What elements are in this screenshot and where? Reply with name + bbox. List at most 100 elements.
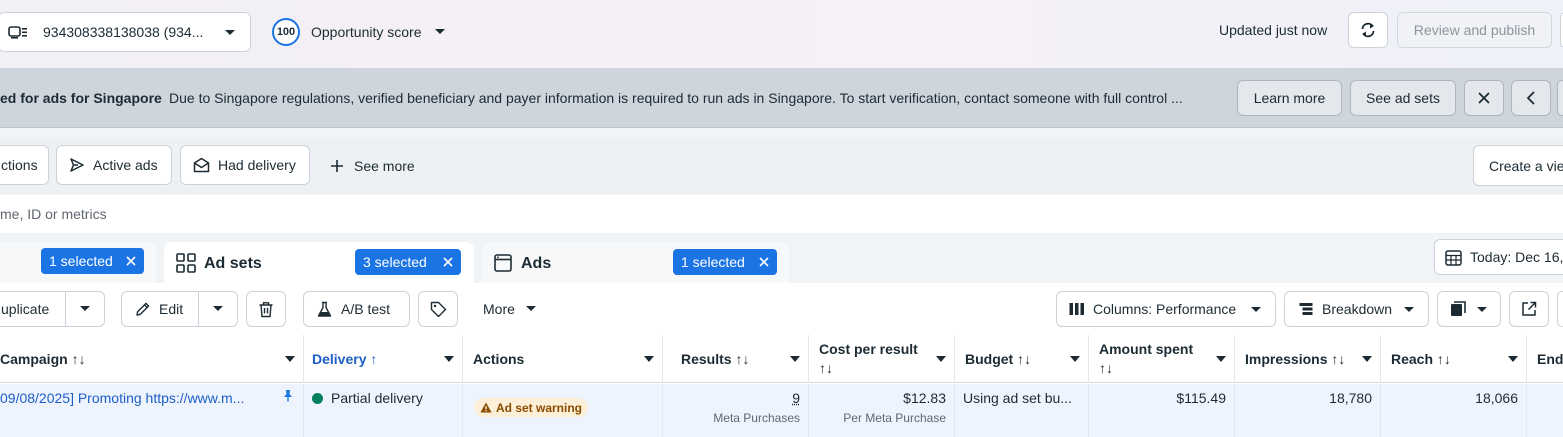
review-publish-label: Review and publish [1413, 22, 1536, 38]
opportunity-score-label: Opportunity score [311, 24, 422, 40]
cell-results: 9 Meta Purchases [663, 384, 809, 437]
tab-ad-sets-label: Ad sets [204, 255, 262, 272]
chevron-down-icon [1362, 355, 1372, 362]
pin-icon[interactable] [282, 389, 294, 402]
create-view-label: Create a vie [1489, 157, 1563, 174]
results-value[interactable]: 9 [792, 390, 800, 406]
impressions-value: 18,780 [1329, 390, 1372, 406]
column-header-amount-spent[interactable]: Amount spent ↑↓ [1089, 335, 1235, 383]
chevron-down-icon [434, 28, 446, 36]
chevron-down-icon [936, 355, 946, 362]
duplicate-dropdown-button[interactable] [65, 291, 105, 327]
chevron-down-icon [1508, 355, 1518, 362]
toolbar-edge-button[interactable] [1557, 291, 1563, 327]
campaign-name-link[interactable]: 09/08/2025] Promoting https://www.m... [0, 390, 244, 406]
chevron-down-icon [1250, 306, 1262, 314]
edit-label: Edit [159, 301, 184, 317]
filter-chip-label: ctions [1, 157, 38, 173]
chevron-down-icon [1070, 355, 1080, 362]
cell-budget: Using ad set bu... [955, 384, 1089, 437]
banner-prev-button[interactable] [1511, 80, 1551, 116]
duplicate-label: uplicate [1, 301, 50, 317]
column-header-reach[interactable]: Reach ↑↓ [1381, 335, 1527, 383]
export-icon [1521, 301, 1537, 317]
edit-dropdown-button[interactable] [198, 291, 238, 327]
opportunity-score[interactable]: 100 Opportunity score [272, 18, 446, 46]
chevron-down-icon [525, 305, 537, 313]
column-header-ends[interactable]: End [1527, 335, 1563, 383]
chevron-down-icon [285, 355, 295, 362]
cost-per-result-type: Per Meta Purchase [843, 411, 946, 425]
amount-spent-value: $115.49 [1176, 390, 1226, 406]
report-icon [1450, 301, 1467, 317]
column-header-cost-per-result[interactable]: Cost per result ↑↓ [809, 335, 955, 383]
close-icon[interactable] [759, 257, 769, 267]
column-header-label: Campaign ↑↓ [0, 350, 86, 367]
breakdown-button[interactable]: Breakdown [1284, 291, 1429, 327]
more-button[interactable]: More [483, 300, 537, 318]
adsets-selected-chip[interactable]: 3 selected [355, 249, 461, 275]
cell-delivery: Partial delivery [304, 384, 463, 437]
close-icon[interactable] [126, 256, 136, 266]
filter-chip-label: Had delivery [218, 157, 296, 173]
columns-label: Columns: Performance [1093, 301, 1237, 317]
filter-chip-actions[interactable]: ctions [0, 145, 49, 185]
warning-icon [480, 402, 492, 413]
flask-icon [317, 301, 332, 318]
review-publish-button[interactable]: Review and publish [1397, 12, 1552, 48]
delete-button[interactable] [246, 291, 286, 327]
learn-more-button[interactable]: Learn more [1237, 80, 1342, 116]
banner-close-button[interactable] [1464, 80, 1504, 116]
ad-account-selector[interactable]: 934308338138038 (934... [0, 12, 251, 52]
banner-next-button[interactable] [1557, 80, 1563, 116]
column-header-campaign[interactable]: Campaign ↑↓ [0, 335, 304, 383]
column-header-impressions[interactable]: Impressions ↑↓ [1235, 335, 1381, 383]
chevron-down-icon [444, 355, 454, 362]
export-button[interactable] [1509, 291, 1549, 327]
cell-reach: 18,066 [1381, 384, 1527, 437]
tag-icon [430, 301, 447, 318]
filter-chip-active-ads[interactable]: Active ads [56, 145, 172, 185]
ad-set-warning-badge[interactable]: Ad set warning [474, 398, 589, 417]
cell-amount-spent: $115.49 [1089, 384, 1235, 437]
column-header-results[interactable]: Results ↑↓ [663, 335, 809, 383]
chevron-down-icon [212, 305, 224, 313]
see-more-filters-button[interactable]: See more [330, 156, 415, 176]
grid-icon [176, 253, 196, 273]
column-header-delivery[interactable]: Delivery ↑ [304, 335, 463, 383]
search-input[interactable] [0, 202, 1100, 226]
chevron-down-icon [790, 355, 800, 362]
cell-campaign[interactable]: 09/08/2025] Promoting https://www.m... [0, 384, 304, 437]
opportunity-score-value: 100 [276, 26, 296, 38]
budget-value: Using ad set bu... [963, 390, 1072, 406]
filter-chip-had-delivery[interactable]: Had delivery [180, 145, 310, 185]
cost-per-result-value: $12.83 [903, 390, 946, 406]
warning-label: Ad set warning [496, 400, 583, 415]
columns-button[interactable]: Columns: Performance [1056, 291, 1276, 327]
calendar-icon [1445, 249, 1462, 266]
edit-button[interactable]: Edit [121, 291, 199, 327]
reports-button[interactable] [1437, 291, 1501, 327]
refresh-button[interactable] [1348, 12, 1388, 48]
more-label: More [483, 301, 515, 317]
column-header-actions[interactable]: Actions [463, 335, 663, 383]
envelope-icon [193, 157, 210, 173]
ab-test-button[interactable]: A/B test [303, 291, 410, 327]
create-view-button[interactable]: Create a vie [1473, 145, 1563, 186]
chevron-left-icon [1526, 91, 1536, 105]
see-ad-sets-button[interactable]: See ad sets [1350, 80, 1456, 116]
column-header-label: Impressions ↑↓ [1245, 350, 1346, 367]
chevron-down-icon [1403, 306, 1415, 314]
column-header-budget[interactable]: Budget ↑↓ [955, 335, 1089, 383]
duplicate-button[interactable]: uplicate [0, 291, 66, 327]
campaigns-selected-chip[interactable]: 1 selected [41, 248, 144, 274]
chevron-down-icon [1476, 306, 1488, 314]
close-icon [1477, 91, 1491, 105]
close-icon[interactable] [443, 257, 453, 267]
column-header-sort: ↑↓ [1099, 359, 1113, 376]
date-range-button[interactable]: Today: Dec 16, [1434, 239, 1563, 275]
ads-selected-chip[interactable]: 1 selected [673, 249, 777, 275]
tag-button[interactable] [418, 291, 458, 327]
columns-icon [1069, 302, 1085, 316]
column-header-label: Actions [473, 350, 525, 367]
